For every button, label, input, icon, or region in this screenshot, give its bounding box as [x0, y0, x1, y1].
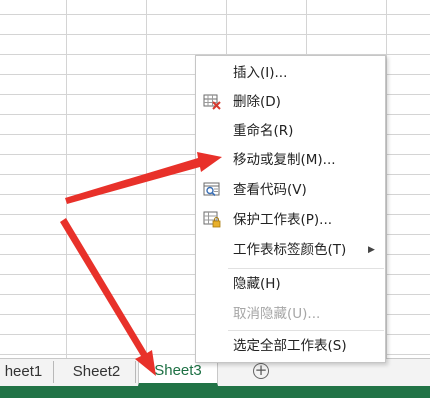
red-arrow-to-sheet3-tab [60, 218, 156, 376]
red-arrow-to-move-copy [65, 152, 222, 204]
annotation-arrows [60, 152, 222, 376]
